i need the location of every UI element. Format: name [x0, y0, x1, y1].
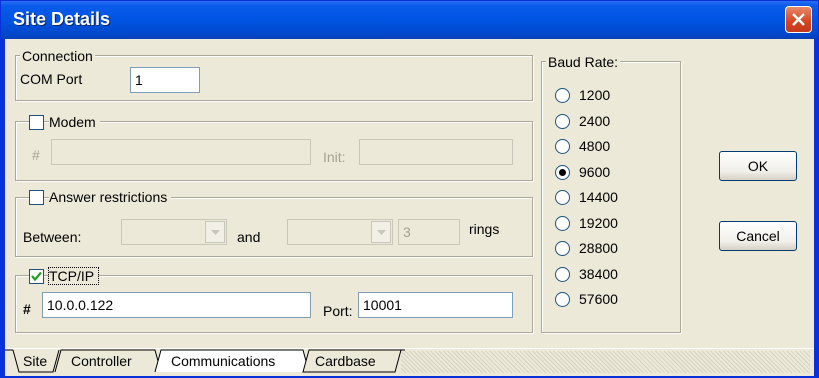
close-icon	[792, 13, 805, 26]
and-label: and	[237, 229, 261, 245]
baud-radio-57600[interactable]	[555, 292, 570, 307]
ip-address-input[interactable]: 10.0.0.122	[42, 292, 311, 318]
modem-checkbox[interactable]	[29, 115, 44, 130]
between-end-combo[interactable]	[287, 219, 393, 245]
connection-legend: Connection	[20, 48, 95, 64]
modem-init-input[interactable]	[359, 139, 513, 165]
baud-radio-38400[interactable]	[555, 266, 570, 282]
title-bar[interactable]: Site Details	[1, 1, 818, 39]
com-port-label: COM Port	[20, 71, 83, 87]
tcpip-hash-label: #	[23, 301, 31, 317]
port-input[interactable]: 10001	[358, 292, 513, 318]
baud-label-9600: 9600	[579, 163, 611, 180]
tcpip-label: TCP/IP	[47, 267, 100, 285]
between-label: Between:	[23, 229, 82, 245]
tab-controller[interactable]: Controller	[71, 350, 132, 372]
baud-rate-legend: Baud Rate:	[546, 54, 621, 70]
baud-radio-9600[interactable]	[555, 164, 570, 180]
modem-number-input[interactable]	[51, 139, 311, 165]
tab-communications[interactable]: Communications	[171, 350, 275, 372]
tab-site[interactable]: Site	[23, 350, 47, 372]
baud-label-4800: 4800	[579, 138, 611, 154]
baud-label-14400: 14400	[579, 189, 618, 205]
port-label: Port:	[323, 303, 353, 319]
ok-button[interactable]: OK	[719, 151, 797, 181]
dropdown-arrow[interactable]	[371, 221, 391, 243]
close-button[interactable]	[785, 6, 812, 33]
tab-cardbase[interactable]: Cardbase	[315, 350, 376, 372]
radio-selected-dot	[559, 168, 566, 176]
window-title: Site Details	[13, 9, 111, 29]
baud-radio-14400[interactable]	[555, 190, 570, 205]
baud-radio-4800[interactable]	[555, 139, 570, 154]
site-details-window: Site Details Connection COM Port 1 Modem…	[0, 0, 819, 378]
chevron-down-icon	[377, 230, 386, 235]
baud-label-2400: 2400	[579, 112, 611, 129]
baud-label-38400: 38400	[579, 265, 618, 282]
tcpip-checkbox[interactable]	[29, 269, 44, 284]
baud-radio-1200[interactable]	[555, 88, 570, 103]
modem-init-label: Init:	[323, 149, 346, 165]
checkmark-icon	[31, 271, 42, 282]
baud-label-28800: 28800	[579, 240, 618, 256]
answer-restrictions-label: Answer restrictions	[49, 189, 172, 205]
rings-input[interactable]: 3	[398, 219, 460, 245]
baud-label-19200: 19200	[579, 214, 618, 231]
dropdown-arrow[interactable]	[205, 221, 225, 243]
chevron-down-icon	[211, 230, 220, 235]
tab-bar: Site Controller Communications Cardbase	[5, 348, 814, 376]
com-port-input[interactable]: 1	[130, 67, 200, 93]
baud-label-1200: 1200	[579, 87, 611, 103]
baud-radio-19200[interactable]	[555, 215, 570, 231]
answer-restrictions-checkbox[interactable]	[29, 190, 44, 205]
modem-hash-label: #	[32, 147, 40, 163]
baud-radio-2400[interactable]	[555, 113, 570, 129]
baud-label-57600: 57600	[579, 291, 618, 307]
cancel-button[interactable]: Cancel	[719, 221, 797, 251]
modem-label: Modem	[49, 114, 100, 130]
dialog-body: Connection COM Port 1 Modem # Init: Answ…	[5, 39, 814, 376]
tab-scroll-area	[401, 351, 810, 373]
rings-label: rings	[469, 221, 500, 237]
baud-radio-28800[interactable]	[555, 241, 570, 256]
between-start-combo[interactable]	[121, 219, 227, 245]
